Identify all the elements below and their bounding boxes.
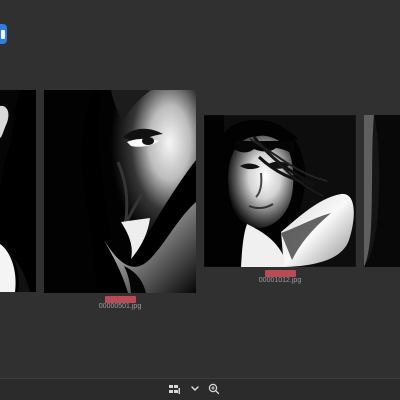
woman-with-bangs-image	[204, 115, 356, 267]
thumbnail-grid-icon[interactable]	[168, 382, 181, 396]
partial-portrait-image	[0, 90, 36, 292]
face-close-up-image	[44, 90, 196, 293]
view-controls	[168, 382, 224, 396]
thumbnail-00001012[interactable]	[204, 115, 356, 267]
thumbnail-00000501[interactable]	[44, 90, 196, 293]
partial-thumbnail-right[interactable]	[364, 115, 400, 267]
zoom-in-icon[interactable]	[208, 382, 220, 396]
thumbnail-filename: 00001012.jpg	[258, 277, 302, 284]
image-browser-window: 00000501.jpg 00001012.jpg	[0, 0, 400, 400]
partial-thumbnail-left[interactable]	[0, 90, 36, 292]
partial-dark-image	[364, 115, 400, 267]
thumbnail-filename: 00000501.jpg	[98, 303, 142, 310]
thumbnail-strip: 00000501.jpg 00001012.jpg	[0, 0, 400, 380]
chevron-down-icon[interactable]	[190, 382, 200, 396]
